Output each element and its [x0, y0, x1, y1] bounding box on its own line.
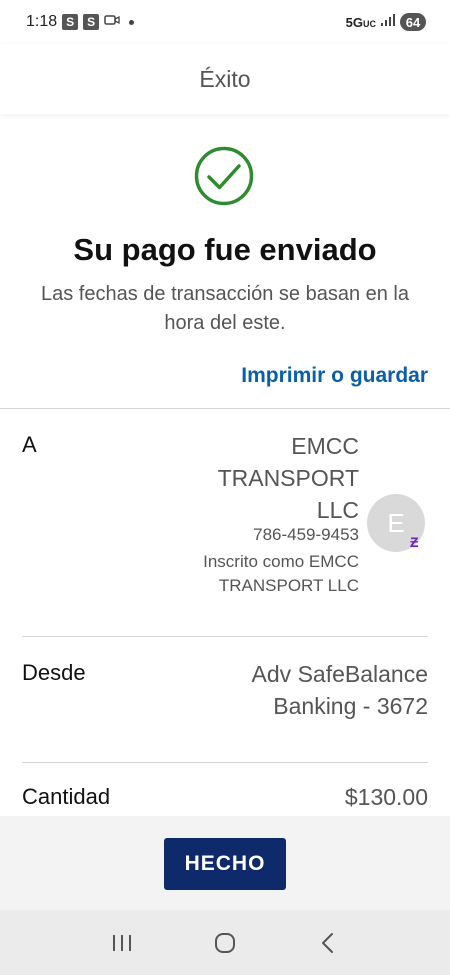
notification-badge: S	[83, 14, 100, 30]
avatar-initial: E	[387, 507, 405, 538]
page-title: Éxito	[199, 65, 251, 92]
divider	[0, 408, 450, 409]
divider	[22, 762, 428, 763]
to-label: A	[22, 432, 37, 457]
notification-badge: S	[62, 14, 79, 30]
amount-label: Cantidad	[22, 784, 111, 809]
system-nav-bar	[0, 910, 450, 975]
app-header: Éxito	[0, 44, 450, 114]
video-icon	[104, 13, 120, 31]
payee-registered-name: Inscrito como EMCC TRANSPORT LLC	[203, 552, 359, 595]
amount-value: $130.00	[344, 784, 428, 810]
zelle-icon: Ƶ	[410, 534, 419, 550]
back-icon[interactable]	[308, 923, 348, 963]
action-footer: HECHO	[0, 816, 450, 910]
signal-icon	[381, 13, 395, 31]
network-indicator: 5GUC	[345, 14, 376, 30]
status-bar-right: 5GUC 64	[346, 13, 426, 31]
check-circle-icon	[194, 146, 254, 206]
from-account: Adv SafeBalance Banking - 3672	[251, 661, 428, 719]
notification-dot	[129, 19, 135, 25]
confirmation-title: Su pago fue enviado	[73, 232, 377, 267]
battery-indicator: 64	[400, 13, 426, 31]
recents-icon[interactable]	[102, 923, 142, 963]
confirmation-subtitle: Las fechas de transacción se basan en la…	[40, 283, 410, 334]
status-time: 1:18	[26, 13, 58, 30]
divider	[22, 636, 428, 637]
status-bar-left: 1:18 S S	[26, 13, 135, 31]
confirmation-content[interactable]: Su pago fue enviado Las fechas de transa…	[0, 114, 450, 816]
print-or-save-link[interactable]: Imprimir o guardar	[241, 364, 428, 388]
home-icon[interactable]	[205, 923, 245, 963]
status-bar: 1:18 S S 5GUC 64	[0, 0, 450, 44]
done-button[interactable]: HECHO	[164, 838, 286, 890]
from-label: Desde	[22, 660, 86, 685]
payee-name: EMCC TRANSPORT LLC	[217, 433, 359, 523]
payee-phone: 786-459-9453	[253, 525, 359, 544]
